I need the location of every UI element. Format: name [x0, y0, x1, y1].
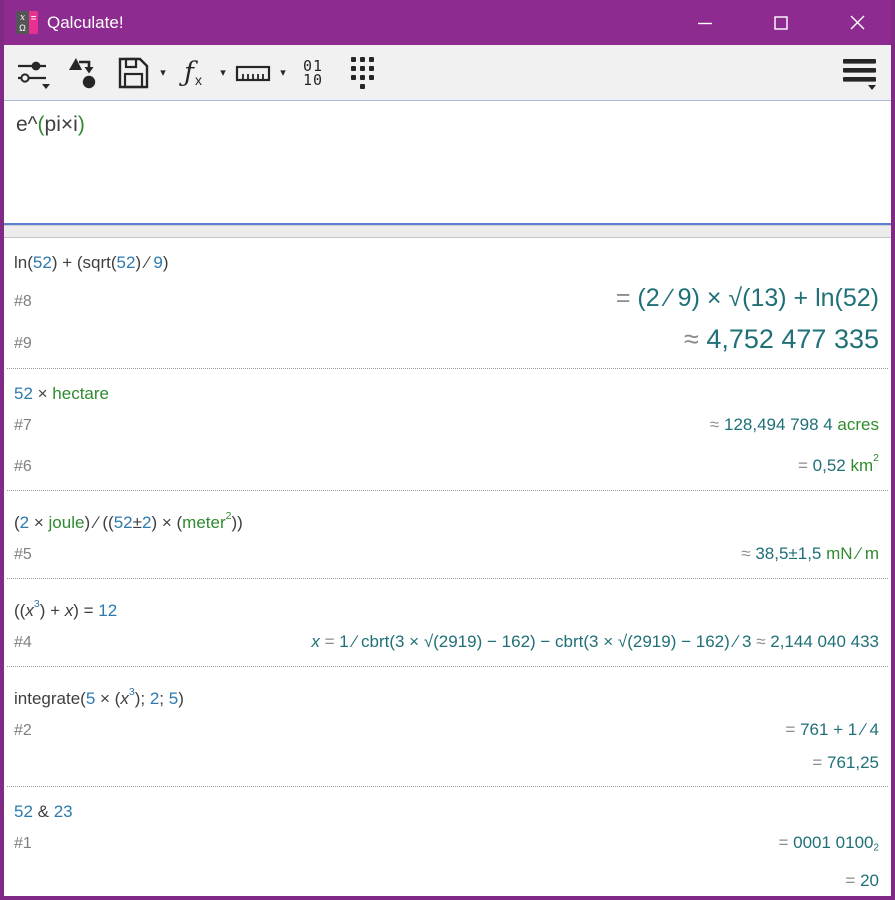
history-entry[interactable]: ln(52) + (sqrt(52) ∕ 9) #8 = (2 ∕ 9) × √… — [4, 238, 891, 368]
fx-icon: ƒx — [184, 59, 202, 87]
history-index: #6 — [14, 454, 32, 480]
hamburger-menu-icon — [841, 54, 879, 92]
close-icon — [850, 15, 865, 30]
store-button[interactable] — [112, 50, 154, 96]
expression-input-area[interactable]: e^(pi×i) — [4, 100, 891, 225]
history-entry[interactable]: 52 × hectare #7 ≈ 128,494 798 4 acres #6… — [4, 369, 891, 490]
history-index: #9 — [14, 331, 32, 357]
menu-button[interactable] — [839, 50, 881, 96]
close-button[interactable] — [819, 0, 895, 45]
expression-input[interactable]: e^(pi×i) — [16, 113, 879, 137]
maximize-button[interactable] — [743, 0, 819, 45]
history-result-row: = 761,25 — [14, 750, 879, 776]
units-menu-caret[interactable]: ▾ — [274, 50, 292, 96]
history-result: = 0,52 km2 — [798, 445, 879, 479]
history-result: = 0001 01002 — [778, 830, 879, 862]
history-entry[interactable]: (2 × joule) ∕ ((52±2) × (meter2)) #5 ≈ 3… — [4, 491, 891, 578]
history-result-row: #4 x = 1 ∕ cbrt(3 × √(2919) − 162) − cbr… — [14, 629, 879, 656]
history-expression: 52 & 23 — [14, 800, 879, 824]
history-result-row: #5 ≈ 38,5±1,5 mN ∕ m — [14, 541, 879, 568]
history-index: #4 — [14, 630, 32, 656]
convert-icon — [65, 55, 101, 91]
history-expression: integrate(5 × (x3); 2; 5) — [14, 680, 879, 711]
history-entry[interactable]: 52 & 23 #1 = 0001 01002 = 20 — [4, 787, 891, 896]
history-result: x = 1 ∕ cbrt(3 × √(2919) − 162) − cbrt(3… — [311, 629, 879, 655]
window-controls — [667, 0, 895, 45]
save-floppy-icon — [115, 55, 151, 91]
history-result-row: #2 = 761 + 1 ∕ 4 — [14, 717, 879, 744]
history-result-row: #1 = 0001 01002 — [14, 830, 879, 862]
keypad-button[interactable] — [342, 50, 384, 96]
qalculate-window: x Ω = Qalculate! — [0, 0, 895, 900]
history-result: ≈ 4,752 477 335 — [684, 320, 879, 358]
history-result: ≈ 128,494 798 4 acres — [710, 412, 879, 438]
app-icon-equals: = — [29, 11, 38, 34]
app-icon-omega: Ω — [19, 23, 26, 33]
history-result: = 20 — [845, 868, 879, 894]
history-expression: ln(52) + (sqrt(52) ∕ 9) — [14, 251, 879, 275]
history-entry[interactable]: integrate(5 × (x3); 2; 5) #2 = 761 + 1 ∕… — [4, 667, 891, 786]
convert-button[interactable] — [62, 50, 104, 96]
toolbar: ▾ ƒx ▾ ▾ 0110 — [4, 45, 891, 100]
titlebar: x Ω = Qalculate! — [0, 0, 895, 45]
minimize-button[interactable] — [667, 0, 743, 45]
history-list: ln(52) + (sqrt(52) ∕ 9) #8 = (2 ∕ 9) × √… — [4, 238, 891, 896]
store-menu-caret[interactable]: ▾ — [154, 50, 172, 96]
history-index: #1 — [14, 831, 32, 857]
window-title: Qalculate! — [47, 13, 667, 33]
input-history-separator — [4, 225, 891, 238]
history-index: #2 — [14, 718, 32, 744]
app-icon-left: x Ω — [16, 11, 29, 34]
number-bases-button[interactable]: 0110 — [292, 50, 334, 96]
keypad-icon — [346, 54, 380, 92]
history-expression: (2 × joule) ∕ ((52±2) × (meter2)) — [14, 504, 879, 535]
history-result-row: #7 ≈ 128,494 798 4 acres — [14, 412, 879, 439]
history-expression: ((x3) + x) = 12 — [14, 592, 879, 623]
history-expression: 52 × hectare — [14, 382, 879, 406]
history-result: = (2 ∕ 9) × √(13) + ln(52) — [616, 280, 879, 316]
units-button[interactable] — [232, 50, 274, 96]
functions-menu-caret[interactable]: ▾ — [214, 50, 232, 96]
app-icon-x: x — [20, 13, 25, 23]
history-result-row: = 20 — [14, 868, 879, 894]
history-result: ≈ 38,5±1,5 mN ∕ m — [741, 541, 879, 567]
ruler-icon — [234, 55, 272, 91]
minimize-icon — [698, 16, 712, 30]
history-index: #7 — [14, 413, 32, 439]
functions-button[interactable]: ƒx — [172, 50, 214, 96]
mode-sliders-icon — [15, 55, 51, 91]
history-result: = 761,25 — [812, 750, 879, 776]
app-icon[interactable]: x Ω = — [16, 11, 38, 34]
history-result: = 761 + 1 ∕ 4 — [785, 717, 879, 743]
history-result-row: #8 = (2 ∕ 9) × √(13) + ln(52) — [14, 280, 879, 316]
maximize-icon — [774, 16, 788, 30]
history-index: #5 — [14, 542, 32, 568]
mode-button[interactable] — [12, 50, 54, 96]
history-result-row: #6 = 0,52 km2 — [14, 445, 879, 480]
history-result-row: #9 ≈ 4,752 477 335 — [14, 320, 879, 358]
history-entry[interactable]: ((x3) + x) = 12 #4 x = 1 ∕ cbrt(3 × √(29… — [4, 579, 891, 666]
number-bases-icon: 0110 — [303, 59, 323, 87]
history-index: #8 — [14, 289, 32, 315]
